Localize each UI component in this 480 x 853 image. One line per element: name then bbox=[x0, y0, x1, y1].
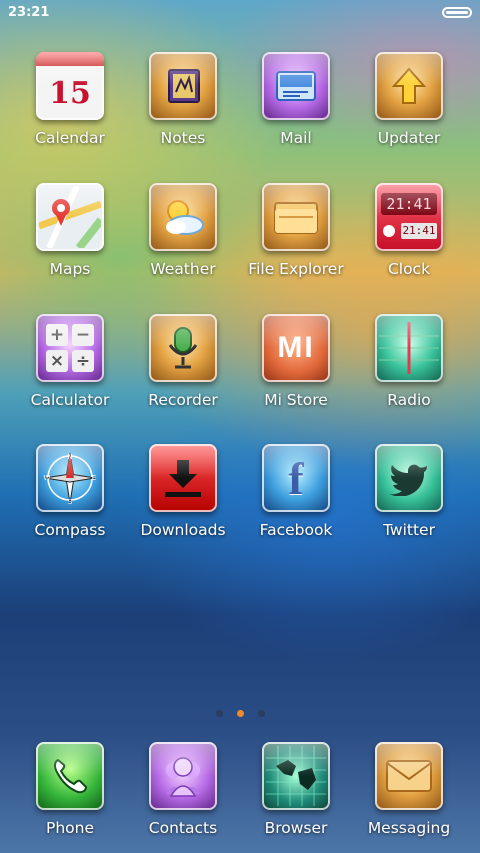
app-label: Calendar bbox=[35, 129, 105, 147]
calendar-day: 15 bbox=[49, 75, 91, 111]
app-mail[interactable]: Mail bbox=[236, 45, 356, 147]
app-label: Maps bbox=[49, 260, 91, 278]
app-label: Downloads bbox=[140, 521, 226, 539]
updater-icon bbox=[375, 52, 443, 120]
app-label: Facebook bbox=[259, 521, 333, 539]
browser-globe-icon bbox=[262, 742, 330, 810]
app-mi-store[interactable]: MI Mi Store bbox=[236, 307, 356, 409]
page-dot-active[interactable] bbox=[236, 710, 244, 717]
twitter-bird-icon bbox=[375, 444, 443, 512]
app-label: Clock bbox=[387, 260, 431, 278]
app-label: Twitter bbox=[383, 521, 435, 539]
app-label: File Explorer bbox=[248, 260, 344, 278]
radio-icon bbox=[375, 314, 443, 382]
mi-store-icon: MI bbox=[262, 314, 330, 382]
app-updater[interactable]: Updater bbox=[349, 45, 469, 147]
page-indicator bbox=[0, 702, 480, 721]
plus-key: + bbox=[46, 324, 68, 346]
battery-icon bbox=[442, 7, 472, 18]
compass-icon: N E S W bbox=[36, 444, 104, 512]
app-label: Mail bbox=[280, 129, 312, 147]
app-label: Notes bbox=[160, 129, 206, 147]
contacts-icon bbox=[149, 742, 217, 810]
phone-icon bbox=[36, 742, 104, 810]
page-dot[interactable] bbox=[215, 710, 223, 717]
app-label: Compass bbox=[34, 521, 106, 539]
app-calculator[interactable]: + − × ÷ Calculator bbox=[10, 307, 130, 409]
facebook-logo: f bbox=[288, 452, 304, 504]
app-notes[interactable]: Notes bbox=[123, 45, 243, 147]
download-icon bbox=[149, 444, 217, 512]
app-label: Browser bbox=[264, 819, 328, 837]
app-label: Calculator bbox=[30, 391, 110, 409]
app-twitter[interactable]: Twitter bbox=[349, 437, 469, 539]
app-label: Weather bbox=[150, 260, 216, 278]
app-label: Updater bbox=[377, 129, 441, 147]
page-dot[interactable] bbox=[257, 710, 265, 717]
microphone-icon bbox=[149, 314, 217, 382]
svg-text:W: W bbox=[44, 474, 51, 482]
app-label: Phone bbox=[45, 819, 94, 837]
app-label: Mi Store bbox=[264, 391, 328, 409]
app-weather[interactable]: Weather bbox=[123, 176, 243, 278]
clock-time-display: 21:41 bbox=[381, 193, 437, 215]
app-radio[interactable]: Radio bbox=[349, 307, 469, 409]
notes-icon bbox=[149, 52, 217, 120]
calculator-icon: + − × ÷ bbox=[36, 314, 104, 382]
app-maps[interactable]: Maps bbox=[10, 176, 130, 278]
status-time: 23:21 bbox=[8, 5, 50, 20]
app-calendar[interactable]: 15 Calendar bbox=[10, 45, 130, 147]
clock-dial-icon bbox=[383, 225, 395, 237]
svg-text:E: E bbox=[92, 474, 96, 482]
dock-phone[interactable]: Phone bbox=[10, 735, 130, 837]
app-clock[interactable]: 21:41 21:41 Clock bbox=[349, 176, 469, 278]
facebook-icon: f bbox=[262, 444, 330, 512]
divide-key: ÷ bbox=[72, 350, 94, 372]
app-label: Contacts bbox=[148, 819, 218, 837]
svg-text:S: S bbox=[68, 498, 73, 506]
app-compass[interactable]: N E S W Compass bbox=[10, 437, 130, 539]
app-downloads[interactable]: Downloads bbox=[123, 437, 243, 539]
minus-key: − bbox=[72, 324, 94, 346]
app-facebook[interactable]: f Facebook bbox=[236, 437, 356, 539]
weather-icon bbox=[149, 183, 217, 251]
app-label: Recorder bbox=[148, 391, 218, 409]
calendar-icon: 15 bbox=[36, 52, 104, 120]
app-file-explorer[interactable]: File Explorer bbox=[236, 176, 356, 278]
clock-small-display: 21:41 bbox=[401, 223, 437, 239]
app-recorder[interactable]: Recorder bbox=[123, 307, 243, 409]
svg-text:N: N bbox=[67, 453, 72, 461]
mail-icon bbox=[262, 52, 330, 120]
dock-contacts[interactable]: Contacts bbox=[123, 735, 243, 837]
status-bar: 23:21 bbox=[0, 0, 480, 28]
app-label: Radio bbox=[387, 391, 431, 409]
clock-icon: 21:41 21:41 bbox=[375, 183, 443, 251]
maps-icon bbox=[36, 183, 104, 251]
dock-browser[interactable]: Browser bbox=[236, 735, 356, 837]
mi-logo: MI bbox=[277, 331, 315, 364]
multiply-key: × bbox=[46, 350, 68, 372]
app-label: Messaging bbox=[367, 819, 451, 837]
messaging-envelope-icon bbox=[375, 742, 443, 810]
dock-messaging[interactable]: Messaging bbox=[349, 735, 469, 837]
dock: Phone Contacts Browser Messaging bbox=[0, 735, 480, 853]
folder-icon bbox=[262, 183, 330, 251]
